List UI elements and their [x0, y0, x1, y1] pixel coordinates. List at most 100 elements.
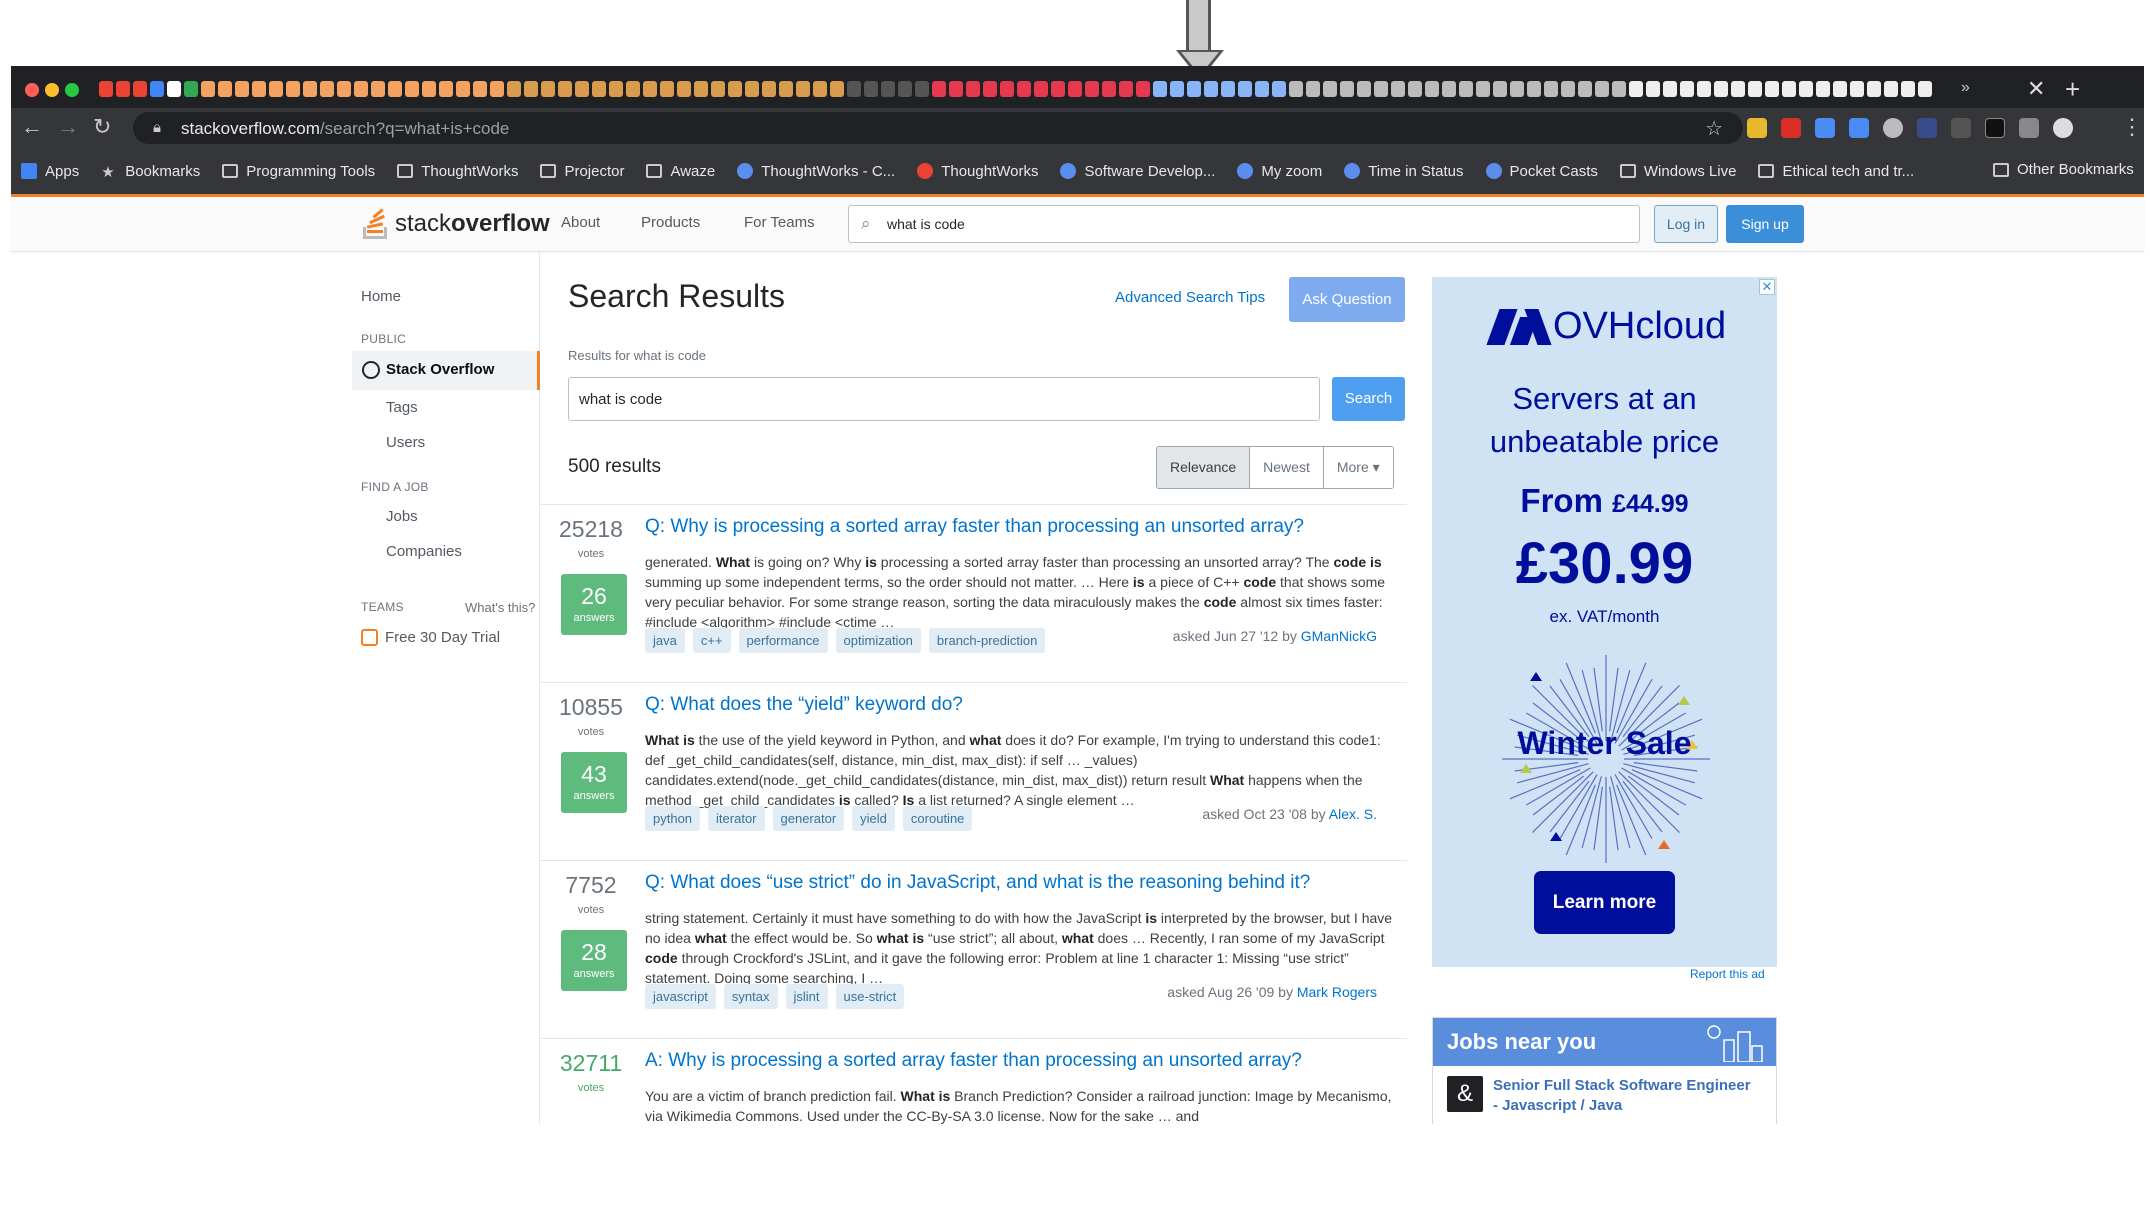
- sidebar-item-home[interactable]: Home: [361, 288, 401, 305]
- tab-favicon[interactable]: [1561, 81, 1575, 97]
- tab-favicon[interactable]: [524, 81, 538, 97]
- tab-favicon[interactable]: [1646, 81, 1660, 97]
- extension-icon[interactable]: [1815, 118, 1835, 138]
- tab-favicon[interactable]: [1697, 81, 1711, 97]
- tab-favicon[interactable]: [1289, 81, 1303, 97]
- tab-favicon[interactable]: [1663, 81, 1677, 97]
- tab-favicon[interactable]: [1306, 81, 1320, 97]
- tab-favicon[interactable]: [1578, 81, 1592, 97]
- results-search-input[interactable]: what is code: [568, 377, 1320, 421]
- advanced-search-tips-link[interactable]: Advanced Search Tips: [1115, 289, 1265, 306]
- tab-favicon[interactable]: [541, 81, 555, 97]
- user-link[interactable]: Mark Rogers: [1297, 984, 1377, 1000]
- close-window-button[interactable]: [25, 83, 39, 97]
- sidebar-item-users[interactable]: Users: [386, 434, 425, 451]
- tab-favicon[interactable]: [1680, 81, 1694, 97]
- ask-question-button[interactable]: Ask Question: [1289, 277, 1405, 322]
- tab-favicon[interactable]: [1187, 81, 1201, 97]
- bookmark-item[interactable]: Ethical tech and tr...: [1758, 163, 1914, 180]
- tab-favicon[interactable]: [1255, 81, 1269, 97]
- tab-favicon[interactable]: [1476, 81, 1490, 97]
- nav-products[interactable]: Products: [641, 214, 700, 231]
- bookmark-item[interactable]: Apps: [21, 163, 79, 180]
- tab-favicon[interactable]: [745, 81, 759, 97]
- tab-favicon[interactable]: [1595, 81, 1609, 97]
- tab-favicon[interactable]: [1612, 81, 1626, 97]
- tab-favicon[interactable]: [1731, 81, 1745, 97]
- tab-favicon[interactable]: [354, 81, 368, 97]
- tab-favicon[interactable]: [201, 81, 215, 97]
- minimize-window-button[interactable]: [45, 83, 59, 97]
- tab-favicon[interactable]: [235, 81, 249, 97]
- nav-for-teams[interactable]: For Teams: [744, 214, 815, 231]
- tab-favicon[interactable]: [1816, 81, 1830, 97]
- sidebar-item-jobs[interactable]: Jobs: [386, 508, 418, 525]
- stackoverflow-logo[interactable]: stackoverflow: [361, 207, 550, 241]
- address-bar[interactable]: 🔒︎ stackoverflow.com/search?q=what+is+co…: [133, 112, 1743, 144]
- tab-favicon[interactable]: [711, 81, 725, 97]
- sort-option[interactable]: Relevance: [1157, 447, 1251, 488]
- tag[interactable]: optimization: [835, 628, 921, 653]
- tab-favicon[interactable]: [1085, 81, 1099, 97]
- tab-favicon[interactable]: [1459, 81, 1473, 97]
- sidebar-item-companies[interactable]: Companies: [386, 543, 462, 560]
- tab-favicon[interactable]: [1714, 81, 1728, 97]
- bookmark-item[interactable]: Time in Status: [1344, 163, 1464, 180]
- company-logo[interactable]: &: [1447, 1076, 1483, 1112]
- sort-option[interactable]: More ▾: [1323, 447, 1393, 488]
- report-ad-link[interactable]: Report this ad: [1690, 967, 1765, 981]
- tab-favicon[interactable]: [898, 81, 912, 97]
- tab-favicon[interactable]: [269, 81, 283, 97]
- result-title-link[interactable]: A: Why is processing a sorted array fast…: [645, 1050, 1395, 1072]
- more-bookmarks-button[interactable]: »: [1961, 79, 1970, 97]
- tab-favicon[interactable]: [1782, 81, 1796, 97]
- tab-favicon[interactable]: [1357, 81, 1371, 97]
- bookmark-item[interactable]: Software Develop...: [1060, 163, 1215, 180]
- free-trial-link[interactable]: Free 30 Day Trial: [385, 629, 500, 646]
- tab-favicon[interactable]: [337, 81, 351, 97]
- fullscreen-window-button[interactable]: [65, 83, 79, 97]
- tab-favicon[interactable]: [99, 81, 113, 97]
- tab-favicon[interactable]: [116, 81, 130, 97]
- tag[interactable]: syntax: [723, 984, 778, 1009]
- tab-favicon[interactable]: [1833, 81, 1847, 97]
- tab-favicon[interactable]: [881, 81, 895, 97]
- user-link[interactable]: GManNickG: [1301, 628, 1377, 644]
- tag[interactable]: python: [645, 806, 701, 831]
- extension-icon[interactable]: [1985, 118, 2005, 138]
- bookmark-item[interactable]: Programming Tools: [222, 163, 375, 180]
- login-button[interactable]: Log in: [1654, 205, 1718, 243]
- bookmark-item[interactable]: Windows Live: [1619, 163, 1736, 180]
- sort-option[interactable]: Newest: [1250, 447, 1324, 488]
- tag[interactable]: performance: [738, 628, 828, 653]
- bookmark-item[interactable]: Pocket Casts: [1485, 163, 1598, 180]
- tab-favicon[interactable]: [473, 81, 487, 97]
- tab-favicon[interactable]: [405, 81, 419, 97]
- extension-icon[interactable]: [1951, 118, 1971, 138]
- whats-this-link[interactable]: What's this?: [465, 600, 535, 615]
- tab-favicon[interactable]: [677, 81, 691, 97]
- forward-button[interactable]: →: [57, 114, 79, 140]
- tag[interactable]: c++: [692, 628, 731, 653]
- tab-favicon[interactable]: [626, 81, 640, 97]
- tab-favicon[interactable]: [150, 81, 164, 97]
- tab-favicon[interactable]: [1204, 81, 1218, 97]
- tab-favicon[interactable]: [1340, 81, 1354, 97]
- bookmark-item[interactable]: ThoughtWorks: [917, 163, 1038, 180]
- zoom-extension-icon[interactable]: [1849, 118, 1869, 138]
- other-bookmarks-folder[interactable]: Other Bookmarks: [1993, 161, 2134, 178]
- tab-favicon[interactable]: [1544, 81, 1558, 97]
- tab-favicon[interactable]: [575, 81, 589, 97]
- tag[interactable]: branch-prediction: [928, 628, 1046, 653]
- nav-about[interactable]: About: [561, 214, 600, 231]
- tab-favicon[interactable]: [609, 81, 623, 97]
- tab-favicon[interactable]: [1527, 81, 1541, 97]
- pinned-tabs[interactable]: [99, 81, 2019, 99]
- tab-favicon[interactable]: [1374, 81, 1388, 97]
- tab-favicon[interactable]: [1221, 81, 1235, 97]
- tab-favicon[interactable]: [966, 81, 980, 97]
- learn-more-button[interactable]: Learn more: [1534, 871, 1675, 934]
- result-title-link[interactable]: Q: What does “use strict” do in JavaScri…: [645, 872, 1395, 894]
- browser-menu-icon[interactable]: ⋮: [2121, 114, 2143, 140]
- result-title-link[interactable]: Q: What does the “yield” keyword do?: [645, 694, 1395, 716]
